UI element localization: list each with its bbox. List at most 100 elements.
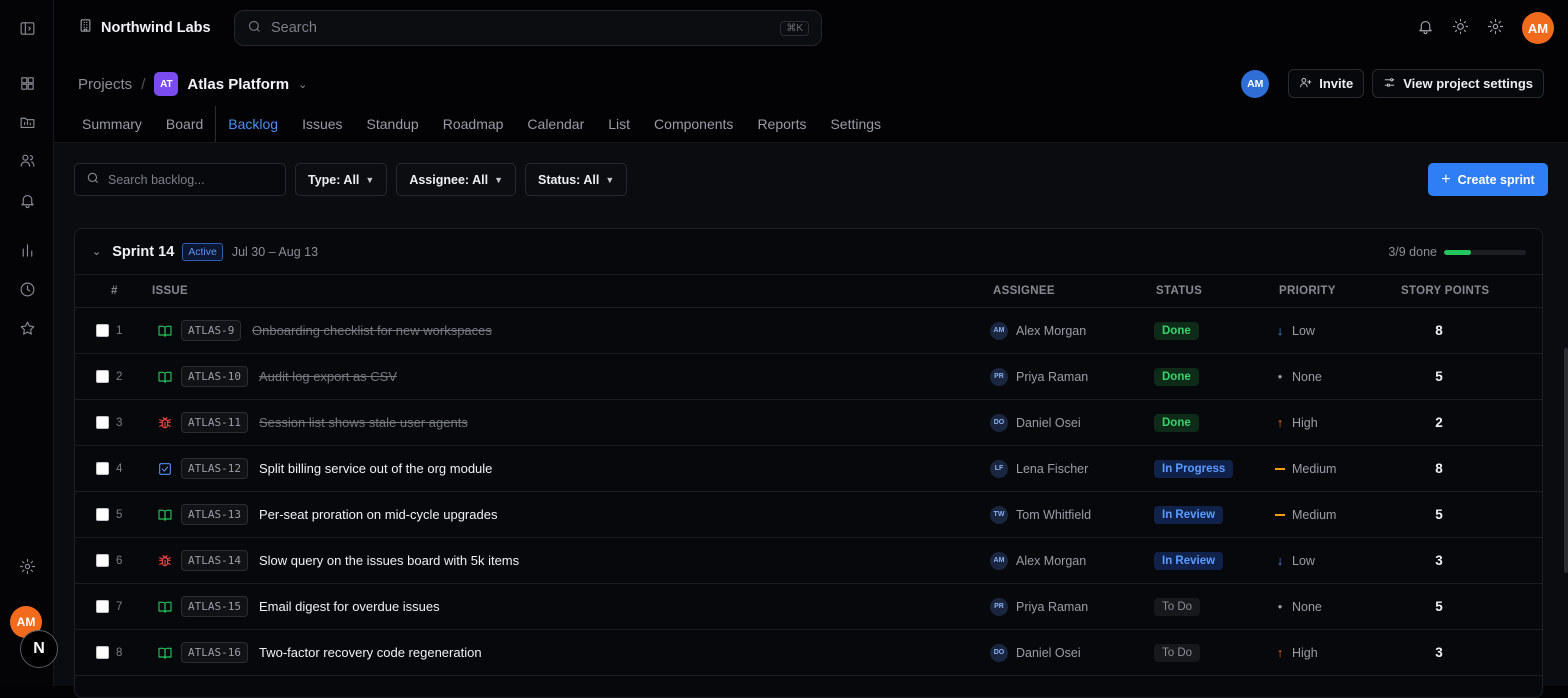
row-checkbox[interactable] [96,370,109,383]
tab-board[interactable]: Board [154,106,215,142]
assignee-cell[interactable]: PRPriya Raman [990,368,1088,386]
tab-reports[interactable]: Reports [745,106,818,142]
issue-key[interactable]: ATLAS-11 [181,412,248,433]
people-icon[interactable] [17,150,37,170]
assignee-name: Tom Whitfield [1016,508,1091,522]
issue-title[interactable]: Per-seat proration on mid-cycle upgrades [259,507,497,522]
breadcrumb-separator: / [141,76,145,93]
chevron-down-icon[interactable]: ⌄ [298,78,307,91]
sidebar-toggle-icon[interactable] [17,18,37,38]
tab-standup[interactable]: Standup [355,106,431,142]
row-checkbox[interactable] [96,600,109,613]
issue-title[interactable]: Audit log export as CSV [259,369,397,384]
table-row[interactable]: 8ATLAS-16Two-factor recovery code regene… [75,630,1542,676]
row-checkbox[interactable] [96,324,109,337]
status-badge[interactable]: To Do [1154,598,1200,616]
table-row[interactable]: 6ATLAS-14Slow query on the issues board … [75,538,1542,584]
row-checkbox[interactable] [96,462,109,475]
notifications-rail-icon[interactable] [17,190,37,210]
assignee-filter-dropdown[interactable]: Assignee: All▼ [396,163,516,196]
priority-cell[interactable]: ●None [1275,370,1322,384]
table-row[interactable]: 7ATLAS-15Email digest for overdue issues… [75,584,1542,630]
row-checkbox[interactable] [96,554,109,567]
bell-icon[interactable] [1417,18,1434,38]
tab-summary[interactable]: Summary [70,106,154,142]
status-filter-dropdown[interactable]: Status: All▼ [525,163,627,196]
dashboard-icon[interactable] [17,73,37,93]
tab-settings[interactable]: Settings [818,106,893,142]
issue-title[interactable]: Two-factor recovery code regeneration [259,645,482,660]
user-avatar[interactable]: AM [1522,12,1554,44]
status-badge[interactable]: In Review [1154,552,1223,570]
create-sprint-button[interactable]: + Create sprint [1428,163,1548,196]
priority-cell[interactable]: ↓Low [1275,554,1315,568]
issue-key[interactable]: ATLAS-15 [181,596,248,617]
table-row[interactable]: 3ATLAS-11Session list shows stale user a… [75,400,1542,446]
assignee-cell[interactable]: PRPriya Raman [990,598,1088,616]
assignee-cell[interactable]: AMAlex Morgan [990,552,1086,570]
issue-key[interactable]: ATLAS-10 [181,366,248,387]
assignee-cell[interactable]: DODaniel Osei [990,414,1081,432]
status-badge[interactable]: Done [1154,368,1199,386]
assignee-name: Alex Morgan [1016,324,1086,338]
tab-list[interactable]: List [596,106,642,142]
member-avatar[interactable]: AM [1241,70,1269,98]
row-checkbox[interactable] [96,416,109,429]
status-badge[interactable]: Done [1154,322,1199,340]
issue-key[interactable]: ATLAS-13 [181,504,248,525]
global-search-input[interactable]: Search ⌘K [234,10,822,46]
projects-icon[interactable] [17,112,37,132]
sprint-header[interactable]: ⌄ Sprint 14 Active Jul 30 – Aug 13 3/9 d… [75,229,1542,275]
star-icon[interactable] [17,318,37,338]
gear-icon[interactable] [1487,18,1504,38]
reports-icon[interactable] [17,240,37,260]
priority-cell[interactable]: Medium [1275,508,1336,522]
settings-rail-icon[interactable] [17,556,37,576]
priority-cell[interactable]: ●None [1275,600,1322,614]
row-checkbox[interactable] [96,508,109,521]
project-settings-button[interactable]: View project settings [1372,69,1544,98]
assignee-cell[interactable]: DODaniel Osei [990,644,1081,662]
next-dev-badge[interactable]: N [20,630,58,668]
status-badge[interactable]: Done [1154,414,1199,432]
theme-toggle-icon[interactable] [1452,18,1469,38]
priority-cell[interactable]: ↑High [1275,416,1318,430]
type-filter-dropdown[interactable]: Type: All▼ [295,163,387,196]
issue-title[interactable]: Session list shows stale user agents [259,415,468,430]
table-row[interactable]: 1ATLAS-9Onboarding checklist for new wor… [75,308,1542,354]
assignee-cell[interactable]: AMAlex Morgan [990,322,1086,340]
issue-key[interactable]: ATLAS-12 [181,458,248,479]
tab-backlog[interactable]: Backlog [215,106,290,142]
issue-title[interactable]: Split billing service out of the org mod… [259,461,492,476]
issue-title[interactable]: Email digest for overdue issues [259,599,440,614]
breadcrumb-projects[interactable]: Projects [78,76,132,93]
issue-key[interactable]: ATLAS-16 [181,642,248,663]
priority-cell[interactable]: ↓Low [1275,324,1315,338]
assignee-cell[interactable]: TWTom Whitfield [990,506,1091,524]
status-badge[interactable]: To Do [1154,644,1200,662]
tab-issues[interactable]: Issues [290,106,354,142]
org-switcher[interactable]: Northwind Labs [78,18,211,37]
row-checkbox[interactable] [96,646,109,659]
history-icon[interactable] [17,279,37,299]
issue-title[interactable]: Onboarding checklist for new workspaces [252,323,492,338]
tab-roadmap[interactable]: Roadmap [431,106,516,142]
assignee-cell[interactable]: LFLena Fischer [990,460,1088,478]
issue-key[interactable]: ATLAS-14 [181,550,248,571]
status-badge[interactable]: In Progress [1154,460,1233,478]
table-row[interactable]: 2ATLAS-10Audit log export as CSVPRPriya … [75,354,1542,400]
priority-cell[interactable]: ↑High [1275,646,1318,660]
issue-key[interactable]: ATLAS-9 [181,320,241,341]
project-name[interactable]: Atlas Platform [187,76,289,93]
status-badge[interactable]: In Review [1154,506,1223,524]
scrollbar[interactable] [1564,348,1568,573]
invite-button[interactable]: Invite [1288,69,1364,98]
priority-cell[interactable]: Medium [1275,462,1336,476]
collapse-chevron-icon[interactable]: ⌄ [92,245,101,258]
backlog-search-input[interactable]: Search backlog... [74,163,286,196]
table-row[interactable]: 4ATLAS-12Split billing service out of th… [75,446,1542,492]
issue-title[interactable]: Slow query on the issues board with 5k i… [259,553,519,568]
tab-calendar[interactable]: Calendar [515,106,596,142]
tab-components[interactable]: Components [642,106,745,142]
table-row[interactable]: 5ATLAS-13Per-seat proration on mid-cycle… [75,492,1542,538]
